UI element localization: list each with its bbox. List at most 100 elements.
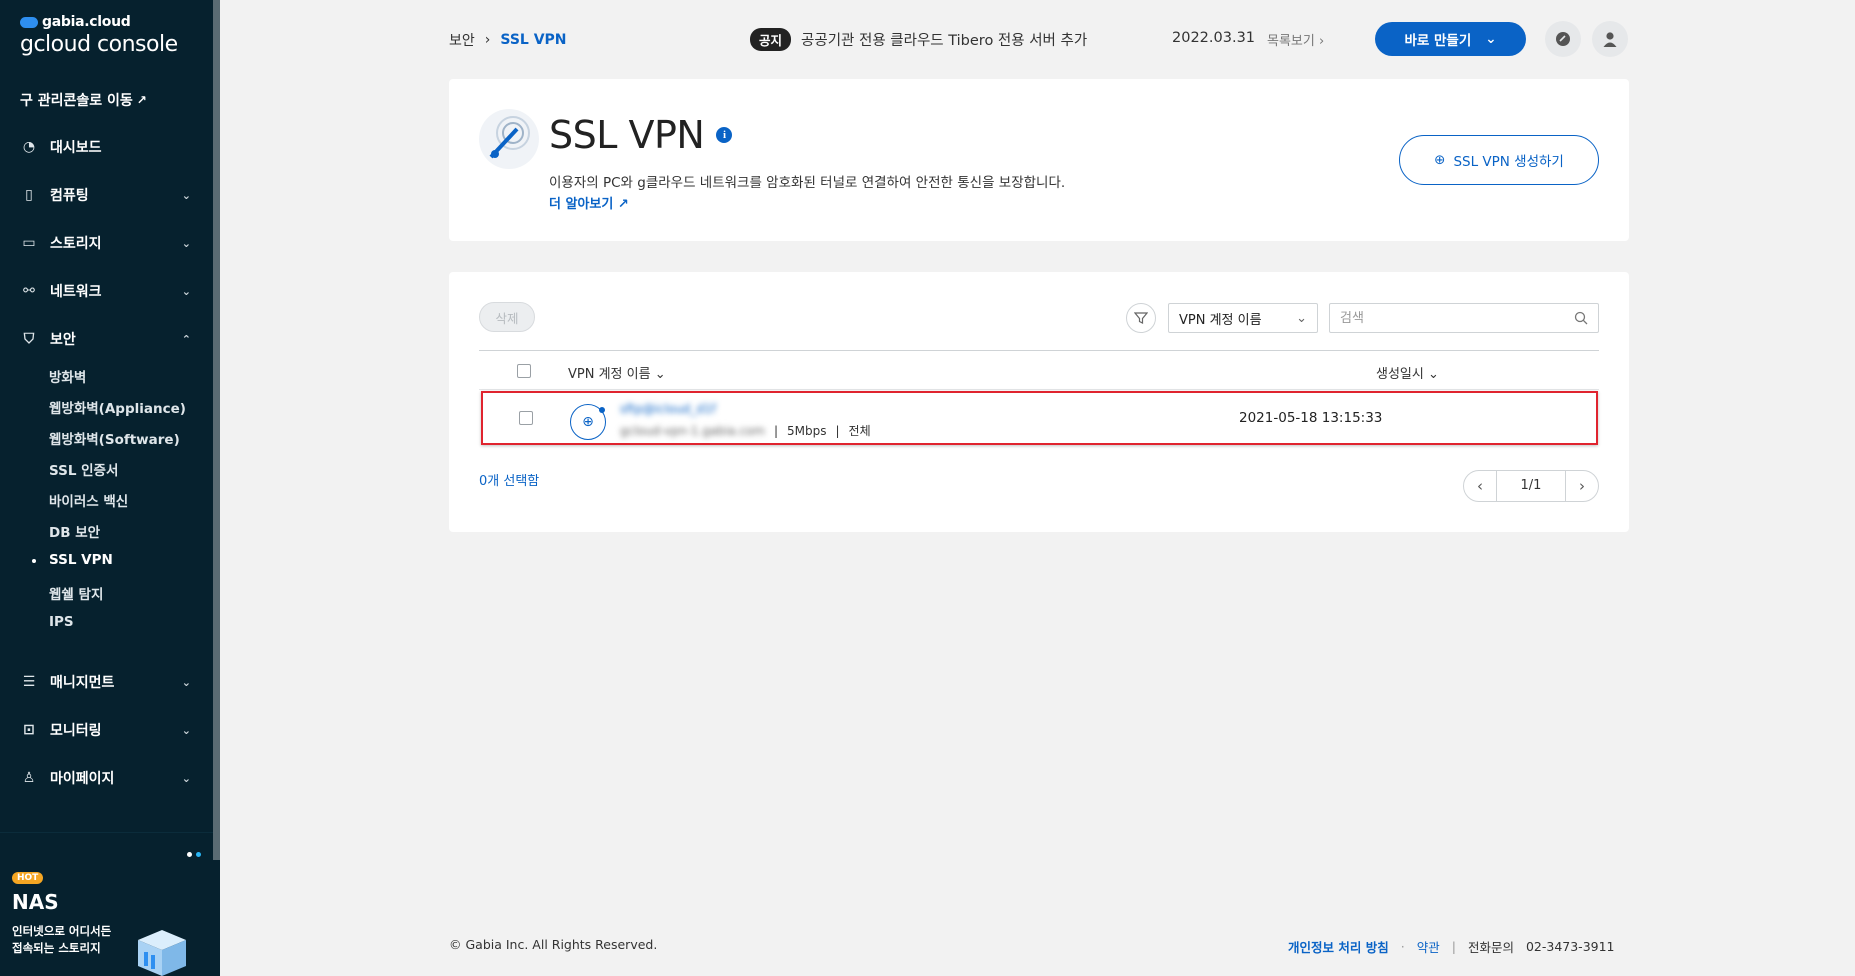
phone-label: 전화문의 (1467, 940, 1514, 955)
brand-logo[interactable]: gabia.cloud gcloud console (20, 14, 178, 57)
sub-item-ssl-cert[interactable]: SSL 인증서 (49, 459, 118, 479)
create-ssl-vpn-button[interactable]: ⊕ SSL VPN 생성하기 (1399, 135, 1599, 185)
search-box[interactable] (1329, 303, 1599, 333)
legacy-console-link[interactable]: 구 관리콘솔로 이동 ↗ (20, 90, 147, 110)
search-icon[interactable] (1574, 311, 1588, 325)
table-header: VPN 계정 이름 ⌄ 생성일시 ⌄ (479, 350, 1599, 390)
sub-item-waf-software[interactable]: 웹방화벽(Software) (49, 428, 180, 448)
sidebar-item-monitoring[interactable]: ⊡ 모니터링 ⌄ (0, 710, 213, 750)
sidebar-item-management[interactable]: ☰ 매니지먼트 ⌄ (0, 662, 213, 702)
row-checkbox[interactable] (519, 411, 533, 425)
page-title: SSL VPN i (549, 113, 733, 157)
chevron-down-icon: ⌄ (181, 675, 191, 689)
separator: | (1451, 939, 1456, 954)
cloud-logo-icon (20, 16, 38, 28)
sub-item-webshell[interactable]: 웹쉘 탐지 (49, 583, 103, 603)
learn-more-link[interactable]: 더 알아보기 ↗ (549, 193, 629, 212)
management-icon: ☰ (22, 674, 36, 690)
sidebar-item-label: 대시보드 (50, 140, 102, 156)
copyright: © Gabia Inc. All Rights Reserved. (449, 937, 658, 952)
chevron-down-icon: ⌄ (181, 284, 191, 298)
prev-page-button[interactable]: ‹ (1464, 477, 1496, 495)
promo-line: 접속되는 스토리지 (12, 941, 101, 955)
column-header-label: VPN 계정 이름 (568, 367, 651, 382)
separator: | (835, 423, 840, 438)
sub-item-firewall[interactable]: 방화벽 (49, 366, 86, 386)
promo-title: NAS (12, 890, 59, 914)
search-field-value: VPN 계정 이름 (1179, 312, 1262, 328)
selected-count: 0개 선택함 (479, 474, 540, 489)
carousel-dot[interactable] (187, 852, 192, 857)
chevron-up-icon: ⌃ (181, 332, 191, 346)
breadcrumb-parent[interactable]: 보안 (449, 30, 475, 50)
sort-chevron-icon: ⌄ (1427, 367, 1439, 382)
notice-list-label: 목록보기 (1267, 34, 1315, 49)
network-icon: ⚯ (23, 283, 35, 299)
search-field-select[interactable]: VPN 계정 이름 ⌄ (1168, 303, 1318, 333)
sidebar-item-mypage[interactable]: ♙ 마이페이지 ⌄ (0, 758, 213, 798)
sort-chevron-icon: ⌄ (654, 367, 666, 382)
delete-button[interactable]: 삭제 (479, 302, 535, 332)
status-dot (599, 407, 605, 413)
info-icon[interactable]: i (716, 127, 733, 143)
notice-list-link[interactable]: 목록보기 › (1267, 30, 1324, 49)
carousel-dots[interactable] (187, 852, 201, 857)
phone-number: 02-3473-3911 (1525, 939, 1615, 954)
terms-link[interactable]: 약관 (1417, 937, 1440, 956)
page-indicator: 1/1 (1496, 471, 1566, 501)
page-header-card: SSL VPN i 이용자의 PC와 g클라우드 네트워크를 암호화된 터널로 … (449, 79, 1629, 241)
chevron-right-icon: › (1318, 34, 1325, 49)
column-header-name[interactable]: VPN 계정 이름 ⌄ (568, 363, 666, 382)
sub-item-db-security[interactable]: DB 보안 (49, 521, 100, 541)
sidebar-item-dashboard[interactable]: ◔ 대시보드 (0, 127, 213, 167)
sidebar-item-label: 스토리지 (50, 236, 102, 252)
notice-bar[interactable]: 공지 공공기관 전용 클라우드 Tibero 전용 서버 추가 (750, 28, 1087, 51)
privacy-policy-link[interactable]: 개인정보 처리 방침 (1288, 937, 1389, 956)
select-all-checkbox[interactable] (517, 364, 531, 378)
sidebar-item-storage[interactable]: ▭ 스토리지 ⌄ (0, 223, 213, 263)
sub-item-ssl-vpn[interactable]: SSL VPN (49, 552, 113, 568)
shield-icon: ⛉ (23, 331, 35, 347)
chevron-down-icon: ⌄ (1485, 31, 1497, 47)
breadcrumb-separator-icon: › (484, 32, 491, 48)
user-icon: ♙ (22, 770, 36, 786)
filter-icon[interactable] (1126, 303, 1156, 333)
table-row[interactable]: ⊕ sftp@icloud_d1f gcloud-vpn-1.gabia.com… (481, 391, 1598, 445)
sub-item-ips[interactable]: IPS (49, 614, 74, 630)
sidebar-item-computing[interactable]: ▯ 컴퓨팅 ⌄ (0, 175, 213, 215)
search-input[interactable] (1340, 310, 1540, 326)
vpn-list-card: 삭제 VPN 계정 이름 ⌄ VPN 계정 이름 ⌄ 생성일시 ⌄ ⊕ sftp… (449, 272, 1629, 532)
next-page-button[interactable]: › (1566, 477, 1598, 495)
vpn-scope: 전체 (848, 424, 871, 438)
sub-item-antivirus[interactable]: 바이러스 백신 (49, 490, 128, 510)
sidebar-item-label: 컴퓨팅 (50, 188, 89, 204)
monitoring-icon: ⊡ (23, 722, 35, 738)
sub-item-waf-appliance[interactable]: 웹방화벽(Appliance) (49, 397, 186, 417)
quick-create-label: 바로 만들기 (1404, 33, 1472, 49)
promo-banner[interactable]: HOT NAS 인터넷으로 어디서든 접속되는 스토리지 (0, 832, 213, 976)
page-title-text: SSL VPN (549, 113, 705, 157)
vpn-account-name[interactable]: sftp@icloud_d1f (620, 402, 716, 416)
dashboard-icon: ◔ (22, 139, 36, 155)
chevron-down-icon: ⌄ (1296, 310, 1307, 326)
notice-text[interactable]: 공공기관 전용 클라우드 Tibero 전용 서버 추가 (801, 29, 1087, 50)
column-header-created[interactable]: 생성일시 ⌄ (1376, 363, 1439, 382)
legacy-console-label: 구 관리콘솔로 이동 (20, 93, 133, 109)
sidebar-scrollbar[interactable] (213, 0, 220, 860)
storage-icon: ▭ (22, 235, 36, 251)
sidebar-item-label: 보안 (50, 332, 76, 348)
user-profile-icon[interactable] (1592, 21, 1628, 57)
column-header-label: 생성일시 (1376, 367, 1424, 382)
vpn-host: gcloud-vpn-1.gabia.com (620, 423, 765, 438)
chat-icon[interactable] (1545, 21, 1581, 57)
quick-create-button[interactable]: 바로 만들기 ⌄ (1375, 22, 1526, 56)
sidebar-item-security[interactable]: ⛉ 보안 ⌃ (0, 319, 213, 359)
carousel-dot[interactable] (196, 852, 201, 857)
vpn-account-icon: ⊕ (570, 404, 606, 440)
active-indicator-dot (32, 559, 36, 563)
footer-links: 개인정보 처리 방침 · 약관 | 전화문의 02-3473-3911 (1288, 937, 1615, 956)
sidebar: gabia.cloud gcloud console 구 관리콘솔로 이동 ↗ … (0, 0, 220, 976)
breadcrumb: 보안 › SSL VPN (449, 30, 567, 50)
separator: · (1400, 939, 1405, 954)
sidebar-item-network[interactable]: ⚯ 네트워크 ⌄ (0, 271, 213, 311)
